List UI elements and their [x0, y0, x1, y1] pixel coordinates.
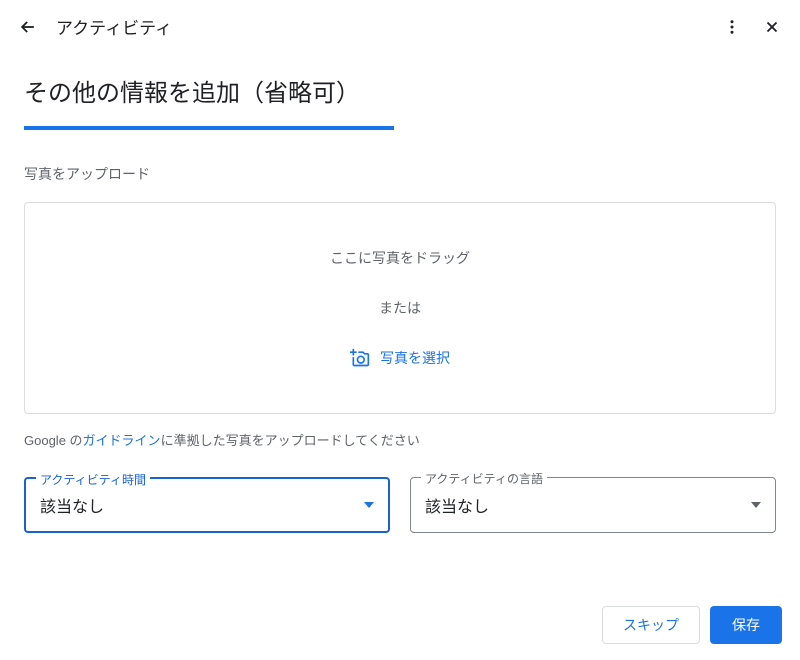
caret-down-icon	[364, 502, 374, 508]
selects-row: アクティビティ時間 該当なし アクティビティの言語 該当なし	[24, 477, 776, 533]
add-photo-icon	[350, 348, 370, 368]
upload-drag-text: ここに写真をドラッグ	[330, 248, 470, 268]
caret-down-icon	[751, 502, 761, 508]
upload-dropzone[interactable]: ここに写真をドラッグ または 写真を選択	[24, 202, 776, 414]
language-select[interactable]: アクティビティの言語 該当なし	[410, 477, 776, 533]
close-icon	[763, 18, 781, 36]
language-select-label: アクティビティの言語	[421, 470, 547, 487]
save-button[interactable]: 保存	[710, 606, 782, 644]
guideline-text: Google のガイドラインに準拠した写真をアップロードしてください	[24, 430, 776, 449]
upload-label: 写真をアップロード	[24, 164, 776, 184]
progress-indicator	[24, 126, 394, 130]
more-button[interactable]	[716, 11, 748, 43]
duration-select[interactable]: アクティビティ時間 該当なし	[24, 477, 390, 533]
upload-or-text: または	[379, 298, 421, 318]
arrow-left-icon	[18, 17, 38, 37]
more-vertical-icon	[723, 18, 741, 36]
duration-select-value: 該当なし	[40, 493, 104, 517]
header: アクティビティ	[0, 0, 800, 53]
close-button[interactable]	[756, 11, 788, 43]
footer: スキップ 保存	[602, 606, 782, 644]
header-title: アクティビティ	[56, 14, 172, 39]
guideline-prefix: Google の	[24, 433, 83, 448]
select-photo-label: 写真を選択	[380, 348, 450, 368]
language-select-value: 該当なし	[425, 493, 489, 517]
back-button[interactable]	[16, 15, 40, 39]
main-content: その他の情報を追加（省略可） 写真をアップロード ここに写真をドラッグ または …	[0, 53, 800, 553]
guideline-suffix: に準拠した写真をアップロードしてください	[161, 433, 420, 448]
language-select-wrapper: アクティビティの言語 該当なし	[410, 477, 776, 533]
guideline-link[interactable]: ガイドライン	[83, 433, 161, 448]
select-photo-button[interactable]: 写真を選択	[350, 348, 450, 368]
duration-select-label: アクティビティ時間	[36, 471, 150, 488]
skip-button[interactable]: スキップ	[602, 606, 700, 644]
duration-select-wrapper: アクティビティ時間 該当なし	[24, 477, 390, 533]
header-actions	[716, 11, 788, 43]
page-title: その他の情報を追加（省略可）	[24, 73, 776, 108]
